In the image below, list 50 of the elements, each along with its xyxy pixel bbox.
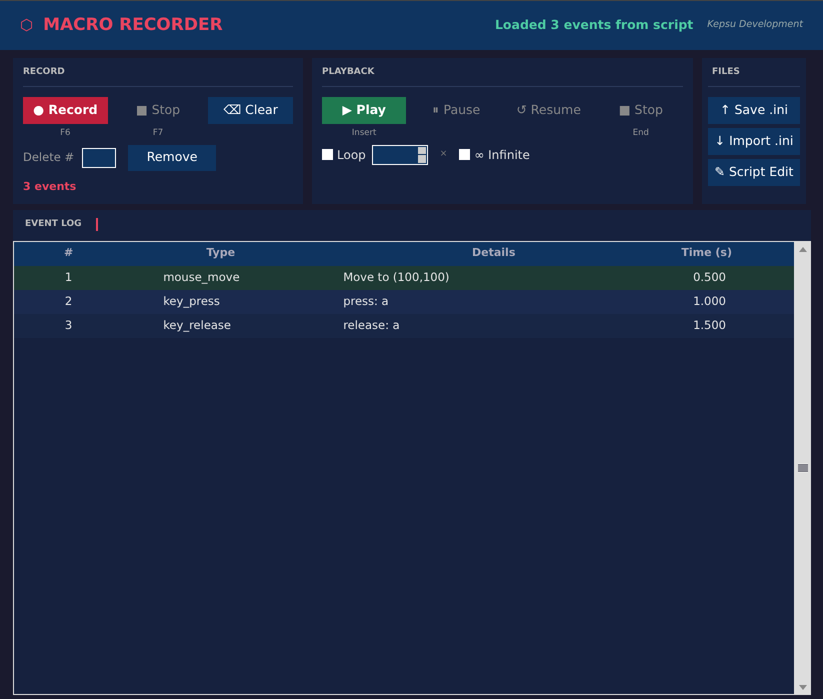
action-button[interactable]: ▶ Play: [322, 96, 406, 124]
table-cell: release: a: [343, 318, 400, 332]
status-message: Loaded 3 events from script: [494, 16, 694, 34]
delete-label: Delete #: [23, 148, 74, 166]
table-cell: mouse_move: [163, 270, 240, 284]
shortcut-key: End: [632, 128, 649, 138]
loop-label: Loop: [337, 146, 366, 164]
table-cell: 0.500: [693, 270, 726, 284]
panel-title: PLAYBACK: [322, 66, 683, 86]
shortcut-key: F7: [152, 128, 164, 138]
column-header[interactable]: Details: [318, 242, 670, 266]
column-header[interactable]: Type: [123, 242, 318, 266]
table-cell: 2: [64, 294, 72, 308]
file-button[interactable]: ↑ Save .ini: [708, 96, 800, 124]
column-header[interactable]: #: [14, 242, 124, 266]
column-header[interactable]: Time (s): [669, 242, 794, 266]
table-cell: 1: [64, 270, 72, 284]
remove-button[interactable]: Remove: [128, 144, 216, 170]
table-row[interactable]: 1 mouse_move Move to (100,100) 0.500: [14, 266, 794, 290]
event-count: 3 events: [23, 178, 78, 194]
table-row[interactable]: 2 key_press press: a 1.000: [14, 290, 794, 314]
loop-checkbox[interactable]: [322, 149, 333, 160]
logo-icon: ⬡: [20, 14, 34, 37]
shortcut-key: Insert: [352, 128, 376, 138]
table-cell: 1.500: [693, 318, 726, 332]
scrollbar[interactable]: [795, 240, 811, 695]
action-button[interactable]: ● Record: [23, 96, 108, 124]
credit-text: Kepsu Development: [707, 18, 803, 32]
table-row[interactable]: 3 key_release release: a 1.500: [14, 314, 794, 338]
action-button[interactable]: ⌫ Clear: [208, 96, 294, 124]
file-button[interactable]: ↓ Import .ini: [708, 128, 800, 154]
infinite-checkbox[interactable]: [459, 149, 470, 160]
panel-title: EVENT LOG: [25, 218, 82, 231]
app-title: MACRO RECORDER: [43, 14, 223, 37]
shortcut-key: F6: [60, 128, 70, 138]
table-cell: 3: [64, 318, 72, 332]
times-sign: ×: [440, 148, 448, 161]
delete-number-field[interactable]: [82, 148, 116, 168]
table-cell: 1.000: [693, 294, 726, 308]
table-cell: key_release: [163, 318, 232, 332]
accent-bar: [96, 218, 98, 232]
table-cell: press: a: [343, 294, 389, 308]
scroll-grip-icon[interactable]: [795, 464, 811, 472]
table-cell: key_press: [163, 294, 220, 308]
table-cell: Move to (100,100): [343, 270, 450, 284]
panel-title: RECORD: [23, 66, 293, 86]
panel-title: FILES: [708, 66, 800, 86]
infinite-label: ∞ Infinite: [474, 146, 530, 164]
loop-count-field[interactable]: [372, 144, 428, 164]
file-button[interactable]: ✎ Script Edit: [708, 158, 800, 186]
